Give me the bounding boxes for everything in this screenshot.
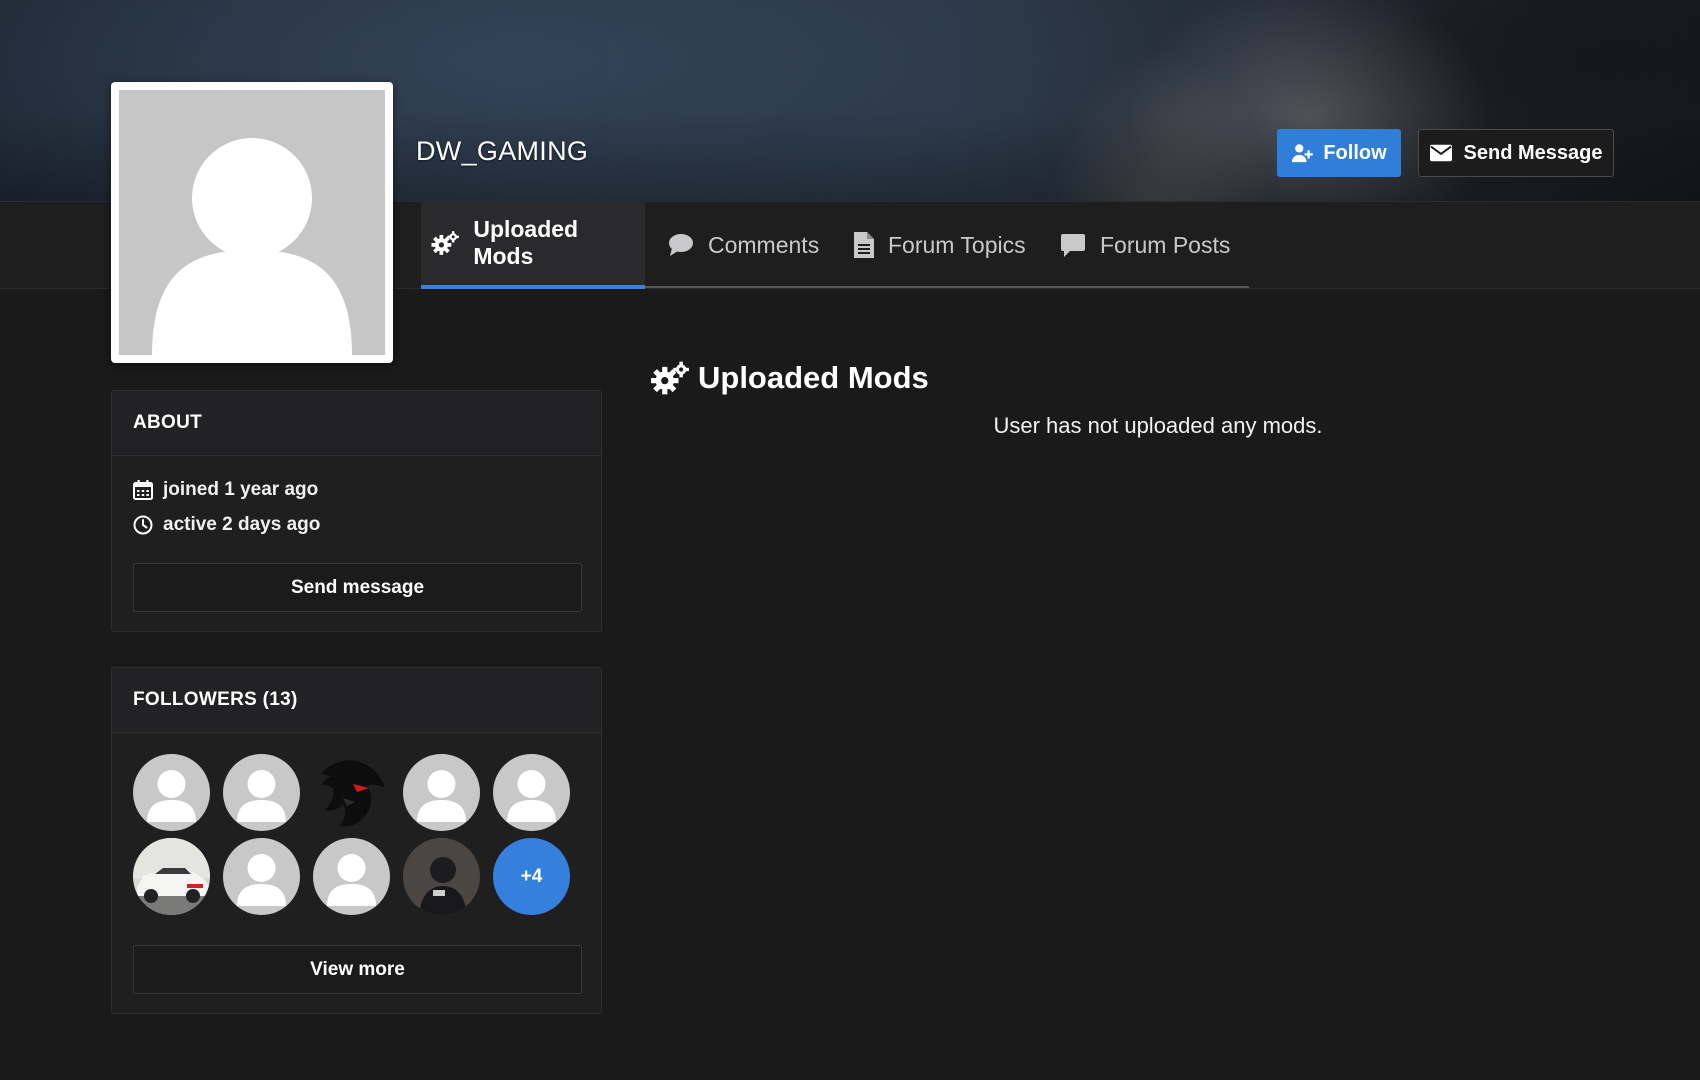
section-title: Uploaded Mods: [650, 360, 929, 396]
follower-avatar[interactable]: [313, 838, 390, 915]
gears-icon: [431, 231, 459, 255]
send-message-button[interactable]: Send Message: [1418, 129, 1614, 177]
follower-avatar[interactable]: [403, 838, 480, 915]
about-send-message-button[interactable]: Send message: [133, 563, 582, 612]
tab-comments[interactable]: Comments: [658, 201, 829, 289]
profile-avatar: [111, 82, 393, 363]
car-photo-icon: [133, 838, 210, 915]
section-title-text: Uploaded Mods: [698, 360, 929, 395]
comment-icon: [669, 234, 693, 256]
user-plus-icon: [1292, 144, 1314, 163]
joined-text: joined 1 year ago: [163, 479, 319, 500]
about-card: ABOUT joined 1 year ago active 2 days ag…: [111, 390, 602, 632]
tab-forum-posts[interactable]: Forum Posts: [1050, 201, 1240, 289]
default-avatar-icon: [327, 854, 376, 906]
view-more-button[interactable]: View more: [133, 945, 582, 994]
tab-uploaded-mods[interactable]: Uploaded Mods: [421, 201, 645, 289]
follower-avatar[interactable]: [223, 754, 300, 831]
profile-username: DW_GAMING: [416, 136, 589, 166]
follow-button[interactable]: Follow: [1277, 129, 1401, 177]
tab-label: Comments: [708, 231, 820, 258]
calendar-icon: [133, 480, 153, 500]
default-avatar-icon: [237, 770, 286, 822]
follower-avatar[interactable]: [313, 754, 390, 831]
default-avatar-icon: [147, 770, 196, 822]
tab-label: Forum Posts: [1100, 231, 1231, 258]
default-avatar-icon: [417, 770, 466, 822]
follower-avatar[interactable]: [133, 838, 210, 915]
active-text: active 2 days ago: [163, 514, 321, 535]
tab-forum-topics[interactable]: Forum Topics: [844, 201, 1036, 289]
tab-label: Forum Topics: [888, 231, 1026, 258]
follow-label: Follow: [1323, 141, 1387, 164]
demon-logo-icon: [321, 760, 385, 827]
joined-row: joined 1 year ago: [133, 479, 318, 501]
active-row: active 2 days ago: [133, 514, 320, 536]
message-icon: [1061, 234, 1085, 257]
default-avatar-icon: [507, 770, 556, 822]
default-avatar-icon: [237, 854, 286, 906]
envelope-icon: [1429, 144, 1452, 162]
followers-title: FOLLOWERS (13): [112, 668, 601, 733]
follower-avatar[interactable]: [403, 754, 480, 831]
document-icon: [854, 232, 874, 258]
about-title: ABOUT: [112, 391, 601, 456]
follower-avatar[interactable]: [223, 838, 300, 915]
clock-icon: [133, 515, 153, 535]
person-photo-icon: [403, 838, 480, 915]
more-followers-badge[interactable]: +4: [493, 838, 570, 915]
follower-avatar[interactable]: [133, 754, 210, 831]
empty-mods-message: User has not uploaded any mods.: [993, 413, 1323, 438]
followers-card: FOLLOWERS (13) +4 View more: [111, 667, 602, 1014]
tab-label: Uploaded Mods: [473, 216, 579, 269]
send-message-label: Send Message: [1463, 141, 1603, 164]
default-avatar-icon: [152, 138, 352, 355]
follower-avatar[interactable]: [493, 754, 570, 831]
gears-icon: [651, 361, 689, 395]
